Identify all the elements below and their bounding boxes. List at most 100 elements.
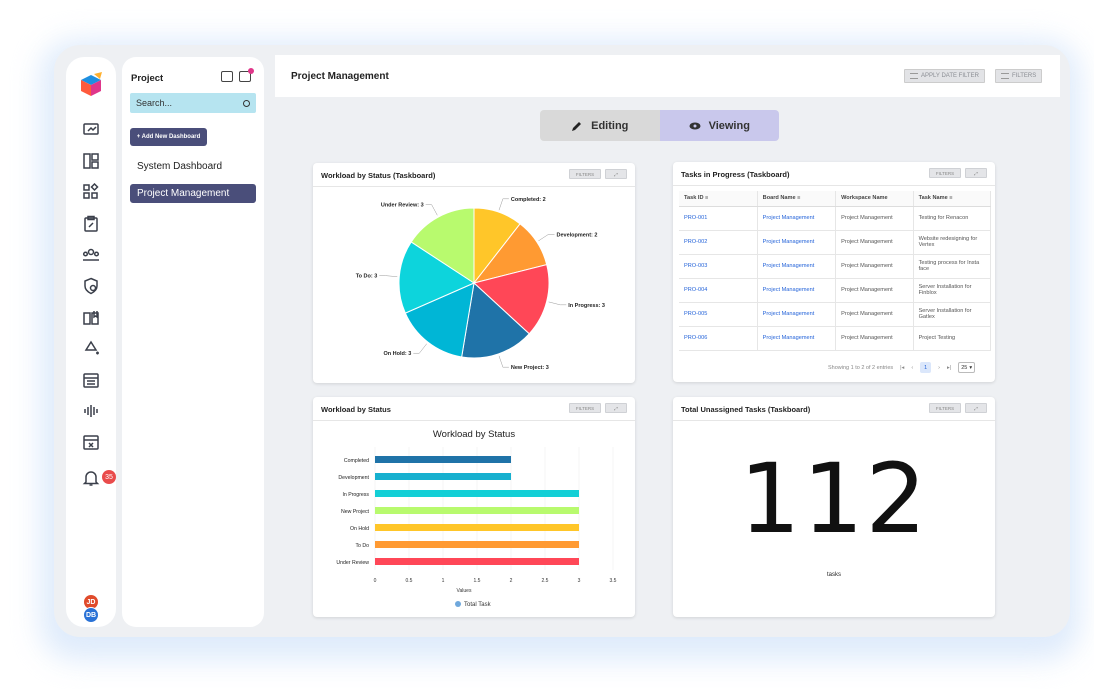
legend-label[interactable]: Total Task	[464, 602, 492, 608]
table-cell[interactable]: Project Management	[757, 326, 837, 351]
bar-chart: Workload by Status 0 0.5 1 1.5 2 2.5 3 3.5 Comple…	[336, 429, 616, 608]
last-page-icon[interactable]: ▸|	[947, 365, 951, 371]
eye-icon	[689, 122, 701, 129]
apply-date-filter-label: APPLY DATE FILTER	[921, 73, 979, 79]
mail-icon[interactable]	[239, 68, 254, 82]
audio-icon[interactable]	[80, 400, 102, 422]
apps-icon[interactable]	[80, 181, 102, 203]
next-page-icon[interactable]: ›	[938, 365, 940, 371]
table-cell[interactable]: Project Management	[757, 230, 837, 255]
table-cell[interactable]: Project Management	[757, 302, 837, 327]
editing-toggle[interactable]: Editing	[540, 110, 660, 141]
widget-title: Workload by Status (Taskboard)	[321, 171, 436, 180]
add-dashboard-icon[interactable]	[221, 71, 233, 82]
bar[interactable]	[375, 473, 511, 480]
y-tick-label: In Progress	[342, 492, 369, 498]
column-header-task-id[interactable]: Task ID ≡	[679, 191, 758, 207]
sidebar-item-system-dashboard[interactable]: System Dashboard	[130, 157, 256, 176]
bell-icon[interactable]	[80, 467, 102, 489]
bar[interactable]	[375, 541, 579, 548]
table-row[interactable]: PRO-006 Project Management Project Managem…	[679, 326, 992, 351]
chart-title: Workload by Status	[433, 429, 515, 440]
bar[interactable]	[375, 524, 579, 531]
table-cell[interactable]: Project Management	[757, 278, 837, 303]
expand-icon[interactable]: ⤢	[965, 403, 987, 413]
calendar-x-icon[interactable]	[80, 431, 102, 453]
widget-filters-button[interactable]: FILTERS	[929, 403, 961, 413]
pie-data-label: On Hold: 3	[384, 351, 412, 357]
table-cell: Project Management	[835, 206, 914, 231]
pagination-summary: Showing 1 to 2 of 2 entries	[828, 364, 894, 371]
table-cell: Project Management	[835, 302, 914, 327]
pencil-icon	[572, 121, 582, 131]
recycle-icon[interactable]	[80, 338, 102, 360]
bar[interactable]	[375, 456, 511, 463]
book-icon[interactable]	[80, 307, 102, 329]
table-cell[interactable]: PRO-002	[679, 230, 758, 255]
shield-icon[interactable]	[80, 275, 102, 297]
metric-value: 112	[739, 443, 929, 555]
expand-icon[interactable]: ⤢	[965, 168, 987, 178]
tasks-table-widget: Tasks in Progress (Taskboard) FILTERS ⤢ …	[673, 162, 995, 382]
page-size-select[interactable]: 25 ▾	[958, 362, 976, 373]
pie-data-label: New Project: 3	[511, 365, 549, 371]
apply-date-filter-button[interactable]: APPLY DATE FILTER	[904, 69, 985, 83]
legend-swatch	[455, 601, 461, 607]
column-header-board-name[interactable]: Board Name ≡	[757, 191, 837, 207]
prev-page-icon[interactable]: ‹	[911, 365, 913, 371]
table-row[interactable]: PRO-004 Project Management Project Managem…	[679, 278, 992, 303]
expand-icon[interactable]: ⤢	[605, 169, 627, 179]
table-cell[interactable]: PRO-004	[679, 278, 758, 303]
bar[interactable]	[375, 507, 579, 514]
bar[interactable]	[375, 490, 579, 497]
column-header-task-name[interactable]: Task Name ≡	[913, 191, 992, 207]
table-cell[interactable]: Project Management	[757, 254, 837, 279]
dashboard-icon[interactable]	[80, 150, 102, 172]
sidebar-item-project-management[interactable]: Project Management	[130, 184, 256, 203]
y-tick-label: Development	[338, 475, 369, 481]
calendar-icon[interactable]	[80, 369, 102, 391]
current-page[interactable]: 1	[920, 362, 932, 373]
widget-title: Workload by Status	[321, 405, 391, 414]
pie-data-label: Completed: 2	[511, 197, 546, 203]
viewing-label: Viewing	[708, 119, 750, 132]
widget-filters-button[interactable]: FILTERS	[569, 403, 601, 413]
search-icon[interactable]	[243, 99, 250, 107]
y-tick-label: Completed	[344, 458, 369, 464]
notification-badge: 35	[102, 470, 116, 484]
sidebar-actions	[221, 68, 254, 82]
x-tick-label: 2	[510, 578, 513, 584]
add-new-dashboard-button[interactable]: + Add New Dashboard	[130, 128, 207, 146]
x-tick-label: 3	[578, 578, 581, 584]
pagination: Showing 1 to 2 of 2 entries |◂ ‹ 1 › ▸| …	[828, 362, 976, 373]
avatar[interactable]: DB	[83, 607, 99, 623]
x-tick-label: 1.5	[474, 578, 481, 584]
table-cell: Project Management	[835, 254, 914, 279]
expand-icon[interactable]: ⤢	[605, 403, 627, 413]
clipboard-icon[interactable]	[80, 213, 102, 235]
first-page-icon[interactable]: |◂	[900, 365, 904, 371]
table-row[interactable]: PRO-003 Project Management Project Managem…	[679, 254, 992, 279]
x-tick-label: 1	[442, 578, 445, 584]
table-cell[interactable]: PRO-003	[679, 254, 758, 279]
table-row[interactable]: PRO-002 Project Management Project Managem…	[679, 230, 992, 255]
filter-icon	[910, 73, 918, 79]
chevron-down-icon: ▾	[969, 364, 973, 371]
table-cell[interactable]: Project Management	[757, 206, 837, 231]
monitor-icon[interactable]	[80, 119, 102, 141]
column-header-workspace-name[interactable]: Workspace Name	[835, 191, 914, 207]
widget-filters-button[interactable]: FILTERS	[569, 169, 601, 179]
bar[interactable]	[375, 558, 579, 565]
widget-filters-button[interactable]: FILTERS	[929, 168, 961, 178]
table-cell[interactable]: PRO-005	[679, 302, 758, 327]
table-cell[interactable]: PRO-001	[679, 206, 758, 231]
search-input[interactable]	[136, 98, 236, 108]
viewing-toggle[interactable]: Viewing	[659, 110, 779, 141]
logo-icon[interactable]	[77, 71, 105, 99]
filters-button[interactable]: FILTERS	[995, 69, 1043, 83]
team-icon[interactable]	[80, 244, 102, 266]
table-row[interactable]: PRO-001 Project Management Project Managem…	[679, 206, 992, 231]
mode-toggle: Editing Viewing	[540, 110, 779, 141]
table-row[interactable]: PRO-005 Project Management Project Managem…	[679, 302, 992, 327]
table-cell[interactable]: PRO-006	[679, 326, 758, 351]
